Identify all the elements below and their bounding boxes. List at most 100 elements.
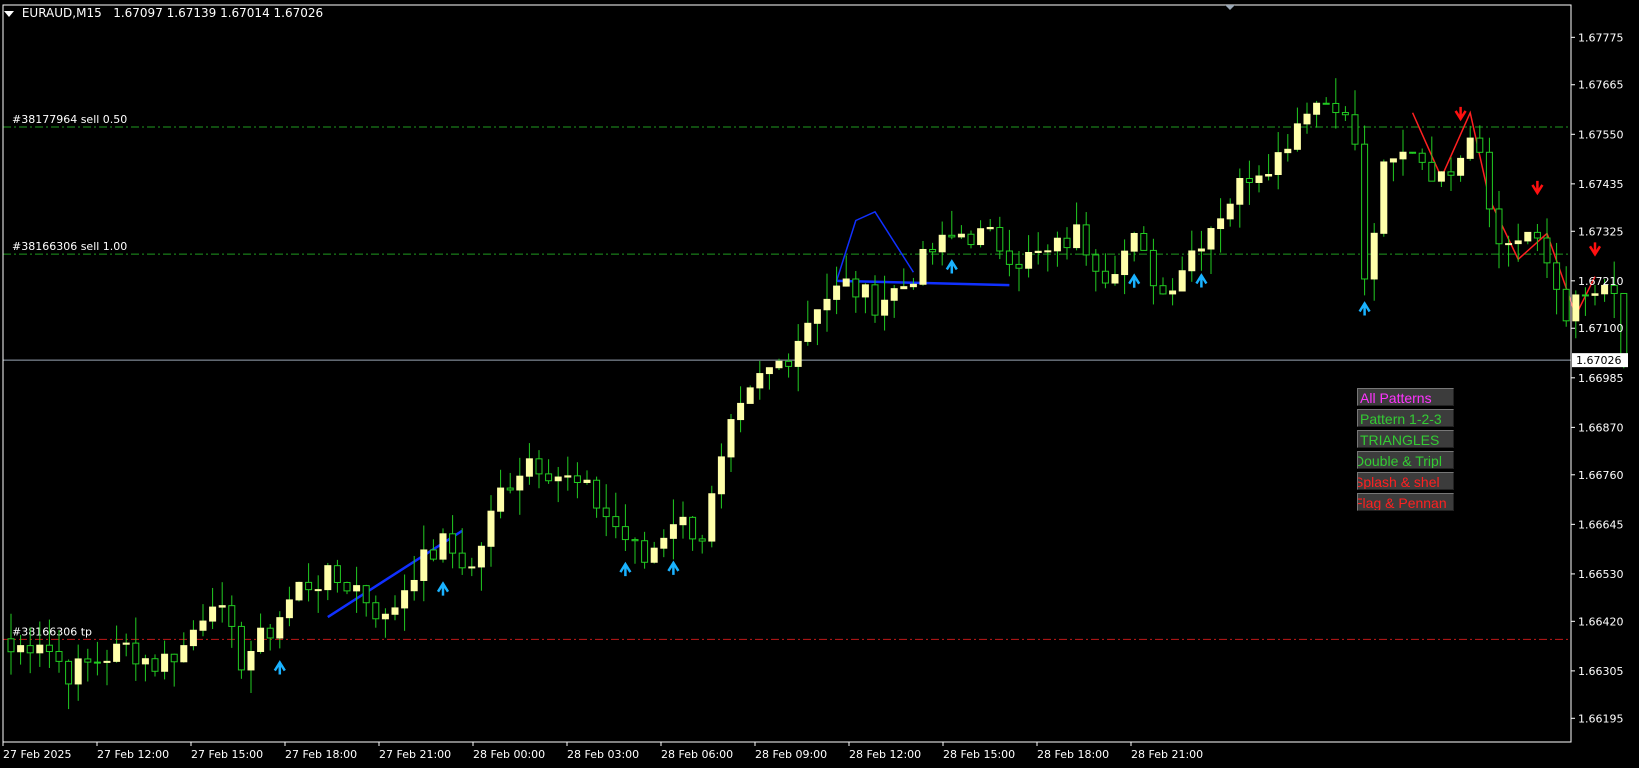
- candle-body[interactable]: [717, 456, 725, 495]
- candle-body[interactable]: [324, 565, 332, 591]
- candle-body[interactable]: [1149, 249, 1157, 287]
- candle-body[interactable]: [353, 585, 361, 592]
- candle-body[interactable]: [1217, 218, 1225, 230]
- candle-body[interactable]: [1025, 251, 1033, 269]
- candle-body[interactable]: [775, 360, 783, 369]
- candle-body[interactable]: [1418, 152, 1426, 163]
- candle-body[interactable]: [1236, 178, 1244, 205]
- candle-body[interactable]: [669, 524, 677, 539]
- candle-body[interactable]: [1370, 232, 1378, 280]
- candle-body[interactable]: [449, 533, 457, 554]
- candle-body[interactable]: [1495, 208, 1503, 245]
- candle-body[interactable]: [593, 479, 601, 509]
- candle-body[interactable]: [785, 360, 793, 367]
- candle-body[interactable]: [93, 661, 101, 664]
- candle-body[interactable]: [929, 248, 937, 253]
- candle-body[interactable]: [391, 607, 399, 615]
- pattern-line-red[interactable]: [1411, 110, 1596, 318]
- candle-body[interactable]: [919, 248, 927, 285]
- candle-body[interactable]: [679, 516, 687, 526]
- candle-body[interactable]: [948, 234, 956, 238]
- candle-body[interactable]: [257, 627, 265, 652]
- candle-body[interactable]: [1101, 270, 1109, 284]
- candle-body[interactable]: [525, 458, 533, 477]
- candle-body[interactable]: [727, 419, 735, 458]
- candle-body[interactable]: [1533, 231, 1541, 239]
- panel-button-flag-pennan[interactable]: Flag & Pennan: [1357, 493, 1454, 511]
- candle-body[interactable]: [1361, 143, 1369, 280]
- candle-body[interactable]: [1044, 250, 1052, 253]
- candle-body[interactable]: [746, 387, 754, 404]
- candle-body[interactable]: [36, 644, 44, 654]
- candle-body[interactable]: [1553, 262, 1561, 290]
- candle-body[interactable]: [823, 298, 831, 311]
- candle-body[interactable]: [372, 602, 380, 620]
- candle-body[interactable]: [65, 660, 73, 685]
- candle-body[interactable]: [986, 226, 994, 230]
- candle-body[interactable]: [1524, 231, 1532, 242]
- panel-button-all-patterns[interactable]: All Patterns: [1357, 388, 1454, 406]
- candle-body[interactable]: [660, 537, 668, 549]
- panel-button-pattern-1-2-3[interactable]: Pattern 1-2-3: [1357, 409, 1454, 427]
- candle-body[interactable]: [852, 278, 860, 298]
- candle-body[interactable]: [1562, 288, 1570, 322]
- candle-body[interactable]: [1591, 293, 1599, 296]
- candle-body[interactable]: [84, 658, 92, 663]
- candle-body[interactable]: [871, 284, 879, 316]
- candle-body[interactable]: [1485, 151, 1493, 210]
- candle-body[interactable]: [17, 645, 25, 653]
- candle-body[interactable]: [977, 228, 985, 246]
- candle-body[interactable]: [1543, 237, 1551, 264]
- candle-body[interactable]: [1409, 151, 1417, 154]
- candle-body[interactable]: [708, 493, 716, 542]
- candle-body[interactable]: [1082, 224, 1090, 256]
- candle-body[interactable]: [1226, 203, 1234, 220]
- candle-body[interactable]: [698, 538, 706, 542]
- collapse-triangle-icon[interactable]: [4, 10, 14, 17]
- candle-body[interactable]: [1293, 123, 1301, 150]
- candle-body[interactable]: [554, 476, 562, 482]
- candle-body[interactable]: [305, 581, 313, 591]
- candle-body[interactable]: [132, 642, 140, 665]
- candle-body[interactable]: [1188, 250, 1196, 272]
- candle-body[interactable]: [1140, 232, 1148, 251]
- candle-body[interactable]: [1399, 151, 1407, 160]
- candle-body[interactable]: [276, 617, 284, 639]
- candle-body[interactable]: [1389, 158, 1397, 163]
- candle-body[interactable]: [1351, 114, 1359, 145]
- pattern-line-blue[interactable]: [835, 210, 915, 282]
- candle-body[interactable]: [890, 288, 898, 301]
- candlestick-chart[interactable]: #38177964 sell 0.50 #38166306 sell 1.00 #3…: [0, 0, 1639, 764]
- chart-shift-icon[interactable]: [1225, 5, 1235, 10]
- candle-body[interactable]: [621, 526, 629, 541]
- candle-body[interactable]: [1437, 171, 1445, 182]
- candle-body[interactable]: [602, 507, 610, 518]
- candle-body[interactable]: [1476, 137, 1484, 153]
- candle-body[interactable]: [1130, 232, 1138, 252]
- candle-body[interactable]: [1255, 175, 1263, 183]
- candle-body[interactable]: [1034, 250, 1042, 253]
- candle-body[interactable]: [55, 651, 63, 662]
- candle-body[interactable]: [756, 373, 764, 389]
- candle-body[interactable]: [967, 233, 975, 246]
- candle-body[interactable]: [842, 278, 850, 287]
- candle-body[interactable]: [1015, 263, 1023, 269]
- candle-body[interactable]: [237, 625, 245, 671]
- candle-body[interactable]: [218, 605, 226, 608]
- candle-body[interactable]: [641, 540, 649, 563]
- candle-body[interactable]: [564, 475, 572, 478]
- candle-body[interactable]: [612, 516, 620, 528]
- candle-body[interactable]: [401, 590, 409, 609]
- candle-body[interactable]: [141, 658, 149, 665]
- candle-body[interactable]: [1313, 102, 1321, 115]
- candle-body[interactable]: [813, 309, 821, 324]
- candle-body[interactable]: [938, 234, 946, 253]
- candle-body[interactable]: [74, 658, 82, 685]
- candle-body[interactable]: [573, 475, 581, 483]
- candle-body[interactable]: [429, 549, 437, 560]
- candle-body[interactable]: [1005, 250, 1013, 265]
- panel-button-triangles[interactable]: TRIANGLES: [1357, 430, 1454, 448]
- candle-body[interactable]: [381, 613, 389, 620]
- candle-body[interactable]: [1063, 237, 1071, 249]
- candle-body[interactable]: [151, 658, 159, 672]
